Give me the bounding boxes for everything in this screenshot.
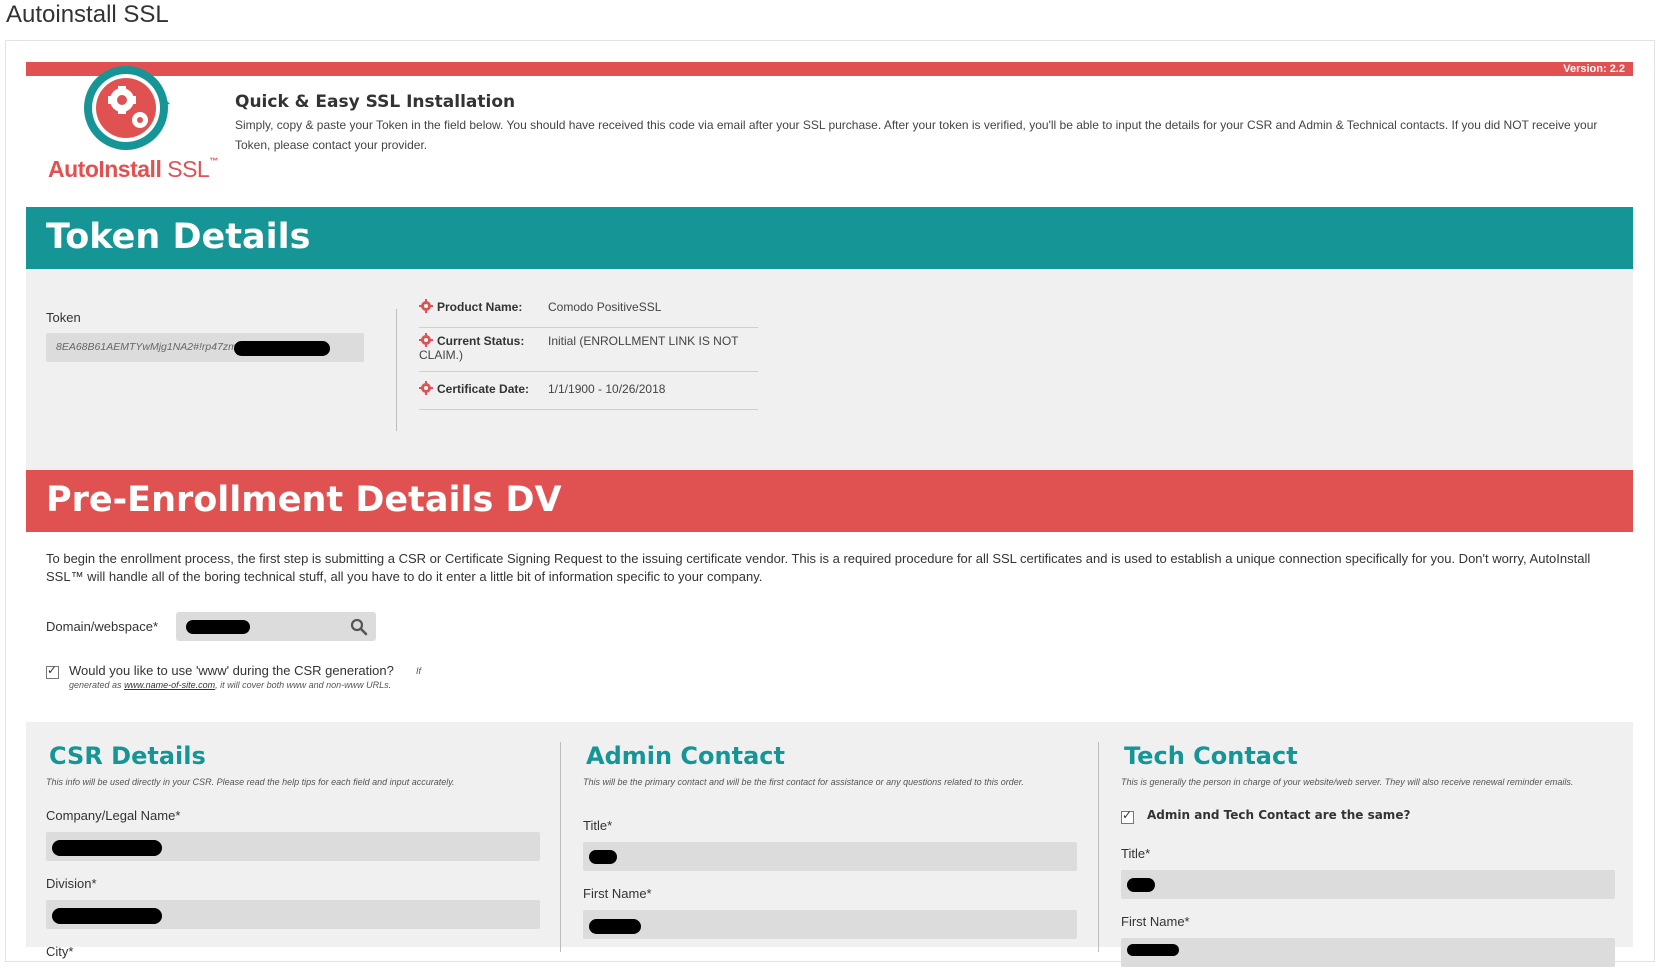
redaction-mark [589, 850, 617, 864]
csr-details-column: CSR Details This info will be used direc… [26, 722, 546, 959]
redaction-mark [52, 908, 162, 924]
token-value: 8EA68B61AEMTYwMjg1NA2#!rp47zm [56, 341, 237, 353]
vertical-divider [396, 309, 397, 431]
tech-first-name-input[interactable] [1121, 938, 1615, 967]
product-name-row: Product Name: Comodo PositiveSSL [419, 299, 758, 328]
www-checkbox[interactable] [46, 663, 59, 679]
pre-enrollment-description: To begin the enrollment process, the fir… [46, 551, 1591, 584]
version-label: Version: 2.2 [1563, 63, 1625, 75]
pre-enrollment-heading: Pre-Enrollment Details DV [46, 480, 562, 520]
search-icon[interactable] [350, 618, 368, 636]
intro-title: Quick & Easy SSL Installation [235, 92, 516, 112]
division-input[interactable] [46, 900, 540, 929]
admin-contact-column: Admin Contact This will be the primary c… [563, 722, 1083, 947]
token-details-banner: Token Details [26, 207, 1633, 269]
token-details-heading: Token Details [46, 217, 311, 257]
redaction-mark [1127, 944, 1179, 956]
admin-first-name-label: First Name* [583, 886, 652, 901]
company-name-label: Company/Legal Name* [46, 808, 181, 823]
tech-first-name-label: First Name* [1121, 914, 1190, 929]
redaction-mark [1127, 878, 1155, 892]
same-contact-checkbox[interactable] [1121, 808, 1134, 824]
token-details-section: Token 8EA68B61AEMTYwMjg1NA2#!rp47zm Prod… [26, 269, 1633, 470]
top-bar: Version: 2.2 [26, 62, 1633, 76]
contact-details-section: CSR Details This info will be used direc… [26, 722, 1633, 967]
tech-title-label: Title* [1121, 846, 1151, 861]
admin-title-input[interactable] [583, 842, 1077, 871]
token-input[interactable]: 8EA68B61AEMTYwMjg1NA2#!rp47zm [46, 333, 364, 362]
admin-contact-heading: Admin Contact [586, 742, 785, 770]
www-note-start: If [416, 666, 422, 676]
pre-enrollment-banner: Pre-Enrollment Details DV [26, 470, 1633, 532]
admin-first-name-input[interactable] [583, 910, 1077, 939]
logo-text: AutoInstall SSL™ [48, 156, 218, 182]
intro-description: Simply, copy & paste your Token in the f… [235, 118, 1598, 152]
admin-title-label: Title* [583, 818, 613, 833]
admin-contact-subtitle: This will be the primary contact and wil… [583, 777, 1024, 787]
www-note: generated as www.name-of-site.com, it wi… [69, 680, 392, 690]
page-title: Autoinstall SSL [6, 1, 169, 28]
tech-contact-heading: Tech Contact [1124, 742, 1298, 770]
gear-icon [419, 299, 433, 313]
same-contact-label: Admin and Tech Contact are the same? [1147, 808, 1411, 822]
gear-icon [419, 333, 433, 347]
tech-contact-subtitle: This is generally the person in charge o… [1121, 777, 1574, 787]
current-status-row: Current Status: Initial (ENROLLMENT LINK … [419, 333, 758, 372]
token-label: Token [46, 310, 81, 325]
csr-details-subtitle: This info will be used directly in your … [46, 777, 455, 787]
redaction-mark [589, 919, 641, 934]
www-question: Would you like to use 'www' during the C… [69, 663, 394, 678]
redaction-mark [52, 840, 162, 856]
company-name-input[interactable] [46, 832, 540, 861]
gear-icon [419, 381, 433, 395]
column-divider [1098, 742, 1099, 952]
tech-title-input[interactable] [1121, 870, 1615, 899]
division-label: Division* [46, 876, 97, 891]
tech-contact-column: Tech Contact This is generally the perso… [1101, 722, 1621, 967]
city-label: City* [46, 944, 74, 959]
www-example-link[interactable]: www.name-of-site.com [124, 680, 215, 690]
csr-details-heading: CSR Details [49, 742, 206, 770]
column-divider [560, 742, 561, 952]
domain-input[interactable] [176, 612, 376, 641]
domain-label: Domain/webspace* [46, 619, 159, 634]
redaction-mark [234, 341, 330, 356]
redaction-mark [186, 620, 250, 634]
certificate-date-row: Certificate Date: 1/1/1900 - 10/26/2018 [419, 381, 758, 410]
